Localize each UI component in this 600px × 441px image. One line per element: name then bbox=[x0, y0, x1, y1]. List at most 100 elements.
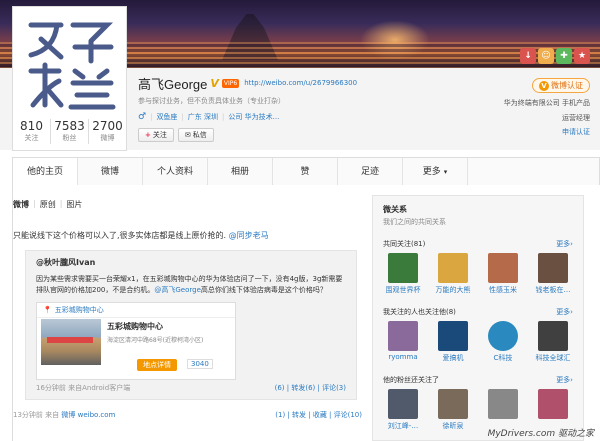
quoted-post: @秋叶朧风Ivan 因为某些需求需要买一台荣耀x1，在五彩城购物中心的华为体验店… bbox=[25, 250, 357, 400]
profile-tabs: 他的主页 微博 个人资料 相册 赞 足迹 更多 ▾ bbox=[12, 157, 600, 185]
user-card[interactable]: 科技全球汇 bbox=[533, 321, 573, 363]
post-mention-link[interactable]: @同步老马 bbox=[229, 231, 269, 240]
profile-header: ↓ ☺ ✚ ★ 810 关注 7583 粉丝 2700 微博 高飞George … bbox=[0, 0, 600, 151]
user-card[interactable]: 性感玉米 bbox=[483, 253, 523, 295]
verified-v-icon: V bbox=[539, 80, 549, 91]
avatar bbox=[438, 389, 468, 419]
user-card[interactable]: ryomma bbox=[383, 321, 423, 363]
user-card[interactable] bbox=[483, 389, 523, 431]
user-card[interactable]: 徐昕泉 bbox=[433, 389, 473, 431]
user-card[interactable]: 刘江峰-… bbox=[383, 389, 423, 431]
feed-filter: 微博 | 原创 | 图片 bbox=[13, 199, 83, 210]
post-footer: 13分钟前 来自 微博 weibo.com (1) | 转发 | 收藏 | 评论… bbox=[13, 410, 362, 420]
location-card[interactable]: 📍 五彩城购物中心 五彩城购物中心 海淀区清河中路68号(近穆柯湾小区) 地点详情… bbox=[36, 302, 236, 380]
avatar bbox=[488, 321, 518, 351]
location-checkin-count[interactable]: 3040 bbox=[187, 359, 213, 369]
tab-album[interactable]: 相册 bbox=[208, 158, 273, 185]
download-icon[interactable]: ↓ bbox=[520, 48, 536, 64]
avatar bbox=[538, 253, 568, 283]
stat-followers[interactable]: 7583 粉丝 bbox=[51, 119, 89, 144]
verify-company: 华为终端有限公司 手机产品 bbox=[503, 99, 590, 107]
user-card[interactable]: 围观世界杯 bbox=[383, 253, 423, 295]
tab-footprint[interactable]: 足迹 bbox=[338, 158, 403, 185]
verification-info: V 微博认证 华为终端有限公司 手机产品 运营经理 申请认证 bbox=[490, 78, 590, 137]
tab-weibo[interactable]: 微博 bbox=[78, 158, 143, 185]
mail-icon: ✉ bbox=[184, 130, 191, 139]
post-text: 只能说线下这个价格可以入了,很多实体店都是线上原价抢的. bbox=[13, 231, 227, 240]
profile-stats: 810 关注 7583 粉丝 2700 微博 bbox=[13, 119, 126, 144]
cover-icons: ↓ ☺ ✚ ★ bbox=[520, 48, 590, 64]
avatar bbox=[388, 253, 418, 283]
apply-verify-link[interactable]: 申请认证 bbox=[490, 127, 590, 137]
location-photo bbox=[41, 319, 101, 365]
profile-info: 高飞George V VIP6 http://weibo.com/u/26799… bbox=[138, 74, 438, 142]
tag-location[interactable]: 广东 深圳 bbox=[188, 112, 218, 122]
fans-also-follow-section: 他的粉丝还关注了 更多› 刘江峰-… 徐昕泉 bbox=[383, 375, 573, 431]
filter-original[interactable]: 原创 bbox=[40, 199, 56, 210]
tag-company[interactable]: 公司 华为技术... bbox=[228, 112, 279, 122]
location-title: 五彩城购物中心 bbox=[107, 322, 163, 331]
more-link[interactable]: 更多› bbox=[556, 307, 573, 317]
avatar bbox=[538, 389, 568, 419]
avatar-logo-icon bbox=[17, 11, 123, 117]
avatar bbox=[538, 321, 568, 351]
avatar bbox=[438, 253, 468, 283]
post-time[interactable]: 13分钟前 bbox=[13, 411, 43, 419]
user-card[interactable] bbox=[533, 389, 573, 431]
message-button[interactable]: ✉ 私信 bbox=[177, 128, 214, 142]
main-feed: 微博 | 原创 | 图片 只能说线下这个价格可以入了,很多实体店都是线上原价抢的… bbox=[12, 185, 362, 441]
follow-button[interactable]: + 关注 bbox=[138, 128, 174, 142]
tab-more[interactable]: 更多 ▾ bbox=[403, 158, 468, 185]
friends-follow-section: 我关注的人也关注他(8) 更多› ryomma 爱搞机 C科技 科技全球汇 bbox=[383, 307, 573, 363]
avatar bbox=[438, 321, 468, 351]
tab-likes[interactable]: 赞 bbox=[273, 158, 338, 185]
tab-home[interactable]: 他的主页 bbox=[13, 158, 78, 185]
verified-badge-icon[interactable]: V bbox=[210, 77, 219, 90]
gift-icon[interactable]: ✚ bbox=[556, 48, 572, 64]
user-card[interactable]: 钱老板在… bbox=[533, 253, 573, 295]
relations-sidebar: 微关系 我们之间的共同关系 共同关注(81) 更多› 围观世界杯 万能的大熊 性感… bbox=[372, 195, 584, 441]
quote-mention-link[interactable]: @高飞George bbox=[154, 286, 201, 294]
post: 只能说线下这个价格可以入了,很多实体店都是线上原价抢的. @同步老马 bbox=[13, 230, 362, 242]
user-card[interactable]: 万能的大熊 bbox=[433, 253, 473, 295]
filter-images[interactable]: 图片 bbox=[66, 199, 82, 210]
user-card[interactable]: C科技 bbox=[483, 321, 523, 363]
verify-title: 运营经理 bbox=[562, 114, 590, 122]
quote-actions[interactable]: (6) | 转发(6) | 评论(3) bbox=[275, 383, 346, 393]
avatar-card: 810 关注 7583 粉丝 2700 微博 bbox=[12, 6, 127, 151]
common-follows-section: 共同关注(81) 更多› 围观世界杯 万能的大熊 性感玉米 钱老板在… bbox=[383, 239, 573, 295]
avatar bbox=[388, 321, 418, 351]
quote-author[interactable]: @秋叶朧风Ivan bbox=[36, 257, 346, 268]
user-card[interactable]: 爱搞机 bbox=[433, 321, 473, 363]
avatar[interactable] bbox=[17, 11, 123, 117]
stat-following[interactable]: 810 关注 bbox=[13, 119, 51, 144]
stat-posts[interactable]: 2700 微博 bbox=[89, 119, 126, 144]
smile-icon[interactable]: ☺ bbox=[538, 48, 554, 64]
vip-badge[interactable]: VIP6 bbox=[221, 78, 240, 88]
quote-text: 因为某些需求需要买一台荣耀x1，在五彩城购物中心的华为体验店问了一下，没有4g版… bbox=[36, 275, 343, 294]
filter-weibo[interactable]: 微博 bbox=[13, 199, 29, 210]
tag-constellation[interactable]: 双鱼座 bbox=[156, 112, 177, 122]
profile-meta: ♂ | 双鱼座 | 广东 深圳 | 公司 华为技术... bbox=[138, 112, 280, 122]
site-watermark: MyDrivers.com 驱动之家 bbox=[487, 429, 594, 439]
more-link[interactable]: 更多› bbox=[556, 375, 573, 385]
avatar bbox=[388, 389, 418, 419]
quote-footer: 16分钟前 来自Android客户端 (6) | 转发(6) | 评论(3) bbox=[36, 383, 346, 393]
male-icon: ♂ bbox=[138, 112, 147, 122]
tab-profile[interactable]: 个人资料 bbox=[143, 158, 208, 185]
more-link[interactable]: 更多› bbox=[556, 239, 573, 249]
weibo-verify-button[interactable]: V 微博认证 bbox=[532, 78, 590, 93]
quote-time: 16分钟前 来自Android客户端 bbox=[36, 384, 131, 392]
profile-name: 高飞George bbox=[138, 76, 208, 92]
post-meta: 13分钟前 来自 微博 weibo.com bbox=[13, 411, 116, 419]
tag-icon[interactable]: ★ bbox=[574, 48, 590, 64]
post-source-link[interactable]: 微博 weibo.com bbox=[61, 411, 115, 419]
sidebar-title: 微关系 bbox=[383, 205, 407, 214]
sidebar-subtitle: 我们之间的共同关系 bbox=[383, 218, 446, 226]
location-detail-button[interactable]: 地点详情 bbox=[137, 359, 177, 371]
profile-url-link[interactable]: http://weibo.com/u/2679966300 bbox=[244, 79, 357, 87]
post-actions[interactable]: (1) | 转发 | 收藏 | 评论(10) bbox=[275, 410, 362, 420]
avatar bbox=[488, 253, 518, 283]
chevron-down-icon: ▾ bbox=[443, 168, 448, 176]
avatar bbox=[488, 389, 518, 419]
